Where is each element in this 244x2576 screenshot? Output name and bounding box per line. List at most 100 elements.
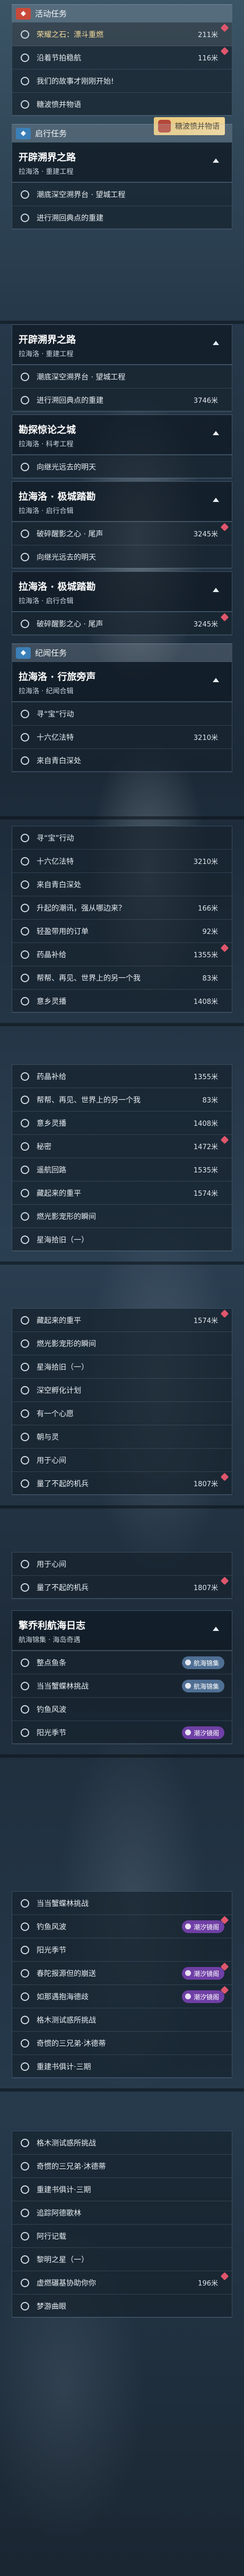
- quest-step-row[interactable]: 沿着节拍稳航 116米: [12, 46, 232, 69]
- quest-step-row[interactable]: 奇惯的三兄弟·沐德蒂: [12, 2032, 232, 2055]
- quest-step-row[interactable]: 整点鱼条 航海锦集: [12, 1651, 232, 1674]
- quest-step-row[interactable]: 阳光季节: [12, 1938, 232, 1962]
- quest-step-row[interactable]: 阿行记载: [12, 2225, 232, 2248]
- quest-step-row[interactable]: 藏起来的重平 1574米: [12, 1309, 232, 1332]
- quest-step-row[interactable]: 潮底深空溯界台 · 望城工程: [12, 183, 232, 206]
- quest-header[interactable]: 擎乔利航海日志 航海锦集 · 海岛奇遇: [12, 1610, 232, 1651]
- chevron-up-icon[interactable]: [213, 158, 219, 163]
- radio-circle-icon: [21, 1455, 29, 1465]
- quest-step-row[interactable]: 当当蟹蝶林挑战: [12, 1892, 232, 1915]
- quest-step-row[interactable]: 钓鱼风波 潮汐镜阁: [12, 1915, 232, 1938]
- quest-step-label: 如那遇抱海德歧: [37, 1992, 89, 2001]
- quest-step-row[interactable]: 药晶补给 1355米: [12, 943, 232, 966]
- quest-step-row[interactable]: 格木测试惑所挑战: [12, 2008, 232, 2032]
- quest-step-row[interactable]: 药晶补给 1355米: [12, 1065, 232, 1088]
- quest-step-row[interactable]: 量了不起的机兵 1807米: [12, 1472, 232, 1495]
- quest-step-row[interactable]: 阳光季节 潮汐镜阁: [12, 1721, 232, 1744]
- radio-circle-icon: [21, 2255, 29, 2264]
- quest-step-row[interactable]: 帮帮、再见、世界上的另一个我 83米: [12, 1088, 232, 1111]
- quest-step-row[interactable]: 向继光远去的明天: [12, 455, 232, 479]
- quest-step-label: 格木测试惑所挑战: [37, 2016, 96, 2025]
- quest-step-row[interactable]: 来自青白深处: [12, 873, 232, 896]
- quest-step-row[interactable]: 燃光影宠形的瞬间: [12, 1332, 232, 1355]
- quest-step-row[interactable]: 秘密 1472米: [12, 1135, 232, 1158]
- quest-step-row[interactable]: 十六亿法特 3210米: [12, 850, 232, 873]
- section-title: 纪闻任务: [35, 648, 67, 658]
- quest-step-row[interactable]: 轻盈带用的订单 92米: [12, 920, 232, 943]
- quest-step-row[interactable]: 寻“宝”行动: [12, 702, 232, 726]
- quest-step-row[interactable]: 追踪阿德歌林: [12, 2201, 232, 2225]
- quest-step-label: 轻盈带用的订单: [37, 927, 89, 936]
- radio-circle-icon: [21, 1095, 29, 1104]
- quest-step-list: 寻“宝”行动 十六亿法特 3210米 来自青白深处 升起的潮讯，强从哪边来？ 166米 轻盈…: [12, 826, 232, 1013]
- quest-step-label: 进行溯回典点的重建: [37, 396, 103, 405]
- quest-step-row[interactable]: 十六亿法特 3210米: [12, 726, 232, 749]
- quest-step-row[interactable]: 星海拾旧（一）: [12, 1355, 232, 1379]
- quest-step-row[interactable]: 有一个心愿: [12, 1402, 232, 1425]
- quest-step-row[interactable]: 用于心间: [12, 1449, 232, 1472]
- quest-step-row[interactable]: 寻“宝”行动: [12, 826, 232, 850]
- chevron-up-icon[interactable]: [213, 678, 219, 682]
- quest-title: 勘探惊论之城: [19, 425, 76, 436]
- quest-step-label: 秘密: [37, 1142, 51, 1151]
- quest-step-row[interactable]: 如那遇抱海德歧 潮汐镜阁: [12, 1985, 232, 2008]
- quest-header[interactable]: 拉海洛 · 行旅旁声 拉海洛 · 纪闻合辑: [12, 661, 232, 702]
- quest-step-row[interactable]: 遥航回路 1535米: [12, 1158, 232, 1181]
- distance-label: 1807米: [193, 1584, 218, 1592]
- chevron-up-icon[interactable]: [213, 498, 219, 502]
- quest-step-row[interactable]: 黎明之星（一）: [12, 2248, 232, 2271]
- quest-step-row[interactable]: 帮帮、再见、世界上的另一个我 83米: [12, 966, 232, 990]
- quest-header[interactable]: 拉海洛 · 极城踏勘 拉海洛 · 启行合辑: [12, 571, 232, 612]
- quest-step-row[interactable]: 星海拾旧（一）: [12, 1228, 232, 1251]
- chevron-up-icon[interactable]: [213, 588, 219, 592]
- quest-step-row[interactable]: 奇惯的三兄弟·沐德蒂: [12, 2155, 232, 2178]
- quest-step-row[interactable]: 量了不起的机兵 1807米: [12, 1576, 232, 1599]
- radio-circle-icon: [21, 1479, 29, 1488]
- section-header: ◆ 活动任务: [12, 4, 232, 22]
- quest-step-label: 当当蟹蝶林挑战: [37, 1682, 89, 1691]
- radio-circle-icon: [21, 30, 29, 39]
- quest-step-row[interactable]: 向继光远去的明天: [12, 545, 232, 569]
- chevron-up-icon[interactable]: [213, 341, 219, 345]
- quest-step-row[interactable]: 格木测试惑所挑战: [12, 2131, 232, 2155]
- chevron-up-icon[interactable]: [213, 1627, 219, 1631]
- quest-step-row[interactable]: 破碎醒影之心 · 尾声 3245米: [12, 522, 232, 545]
- quest-step-label: 用于心间: [37, 1560, 66, 1569]
- distance-label: 1408米: [193, 998, 218, 1006]
- quest-step-row[interactable]: 当当蟹蝶林挑战 航海锦集: [12, 1674, 232, 1698]
- quest-header[interactable]: 开辟溯界之路 拉海洛 · 重建工程: [12, 142, 232, 182]
- quest-step-row[interactable]: 进行溯回典点的重建 3746米: [12, 389, 232, 412]
- quest-step-label: 沿着节拍稳航: [37, 54, 81, 63]
- quest-step-row[interactable]: 荣耀之石：漂斗重燃 211米: [12, 23, 232, 46]
- quest-step-row[interactable]: 破碎醒影之心 · 尾声 3245米: [12, 612, 232, 636]
- quest-step-row[interactable]: 燃光影宠形的瞬间: [12, 1205, 232, 1228]
- radio-circle-icon: [21, 552, 29, 561]
- quest-step-row[interactable]: 意乡灵播 1408米: [12, 990, 232, 1013]
- quest-step-row[interactable]: 春陀报源但的崩送104米潮汐镜阁: [12, 1962, 232, 1985]
- quest-header[interactable]: 勘探惊论之城 拉海洛 · 科考工程: [12, 414, 232, 455]
- quest-step-row[interactable]: 我们的故事才刚刚开始!: [12, 69, 232, 93]
- quest-step-row[interactable]: 钓鱼风波: [12, 1698, 232, 1721]
- quest-step-label: 潮底深空溯界台 · 望城工程: [37, 373, 126, 382]
- quest-step-row[interactable]: 重建书俱计·三期: [12, 2178, 232, 2201]
- quest-step-row[interactable]: 深空孵化计划: [12, 1379, 232, 1402]
- quest-step-row[interactable]: 虚燃碾基协助你你 196米: [12, 2271, 232, 2295]
- quest-step-row[interactable]: 进行溯回典点的重建: [12, 206, 232, 230]
- quest-step-row[interactable]: 糖波愤并物语: [12, 93, 232, 116]
- chevron-up-icon[interactable]: [213, 431, 219, 435]
- quest-step-row[interactable]: 意乡灵播 1408米: [12, 1111, 232, 1135]
- quest-subtitle: 拉海洛 · 重建工程: [19, 168, 74, 176]
- quest-step-row[interactable]: 重建书俱计·三期: [12, 2055, 232, 2078]
- category-chip: 潮汐镜阁: [181, 1726, 224, 1739]
- quest-step-row[interactable]: 朝与灵: [12, 1425, 232, 1449]
- quest-step-row[interactable]: 藏起来的重平 1574米: [12, 1181, 232, 1205]
- quest-step-row[interactable]: 梦游曲眼: [12, 2295, 232, 2318]
- quest-step-row[interactable]: 升起的潮讯，强从哪边来？ 166米: [12, 896, 232, 920]
- quest-header[interactable]: 拉海洛 · 极城踏勘 拉海洛 · 启行合辑: [12, 481, 232, 522]
- quest-header[interactable]: 开辟溯界之路 拉海洛 · 重建工程: [12, 324, 232, 365]
- quest-step-label: 燃光影宠形的瞬间: [37, 1339, 96, 1348]
- quest-step-row[interactable]: 潮底深空溯界台 · 望城工程: [12, 365, 232, 389]
- quest-title: 拉海洛 · 行旅旁声: [19, 672, 96, 683]
- quest-step-row[interactable]: 来自青白深处: [12, 749, 232, 772]
- quest-step-row[interactable]: 用于心间: [12, 1552, 232, 1576]
